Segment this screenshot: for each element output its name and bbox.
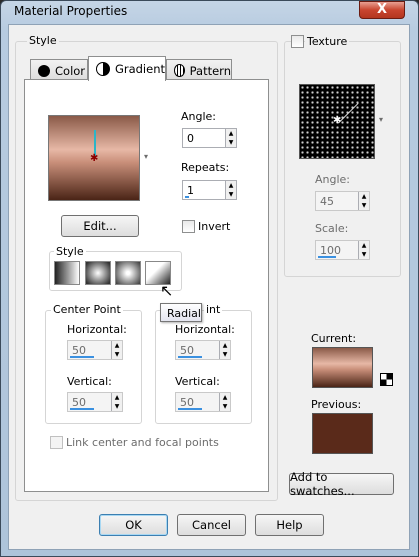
angle-spinner[interactable]: 0 ▲ ▼ (182, 128, 237, 148)
center-vertical-bar[interactable] (70, 408, 94, 410)
repeats-slider-bar[interactable] (185, 196, 189, 198)
rectangular-style-button[interactable] (85, 261, 111, 285)
spin-down-icon[interactable]: ▼ (220, 402, 230, 411)
ok-button[interactable]: OK (99, 514, 168, 536)
spin-down-icon[interactable]: ▼ (359, 201, 369, 210)
texture-angle-value[interactable]: 45 (320, 195, 334, 208)
focal-horizontal-spinner[interactable]: 50 ▲ ▼ (175, 340, 231, 360)
texture-label: Texture (305, 35, 350, 48)
linear-style-button[interactable] (54, 261, 80, 285)
invert-label: Invert (198, 220, 231, 233)
spin-down-icon[interactable]: ▼ (226, 190, 236, 199)
focal-point-label: int (204, 303, 223, 316)
current-swatch[interactable] (312, 347, 373, 388)
repeats-label: Repeats: (181, 161, 230, 174)
spin-down-icon[interactable]: ▼ (112, 402, 122, 411)
previous-label: Previous: (311, 398, 362, 411)
angle-value[interactable]: 0 (187, 132, 194, 145)
spin-up-icon[interactable]: ▲ (112, 393, 122, 402)
spin-up-icon[interactable]: ▲ (220, 393, 230, 402)
gradient-preview[interactable]: ✱ (48, 115, 140, 201)
texture-preview[interactable]: ✱ (299, 84, 375, 159)
link-points-checkbox[interactable] (50, 436, 63, 449)
window-title: Material Properties (14, 4, 128, 18)
center-marker-icon[interactable]: ✱ (90, 154, 100, 164)
spin-up-icon[interactable]: ▲ (359, 241, 369, 250)
center-vertical-label: Vertical: (67, 375, 112, 388)
spin-up-icon[interactable]: ▲ (112, 341, 122, 350)
focal-vertical-bar[interactable] (178, 408, 202, 410)
current-label: Current: (311, 332, 357, 345)
cancel-button[interactable]: Cancel (177, 514, 246, 536)
tab-gradient-label: Gradient (114, 62, 165, 76)
preview-dropdown-icon[interactable]: ▾ (144, 152, 148, 161)
texture-dropdown-icon[interactable]: ▾ (379, 115, 383, 124)
tab-pattern[interactable]: Pattern (166, 59, 232, 81)
spin-down-icon[interactable]: ▼ (220, 350, 230, 359)
mouse-cursor-icon: ↖ (160, 281, 174, 300)
color-circle-icon (38, 64, 50, 77)
texture-center-marker-icon[interactable]: ✱ (333, 116, 341, 126)
center-vertical-spinner[interactable]: 50 ▲ ▼ (67, 392, 123, 412)
gradient-circle-icon (96, 62, 110, 76)
spin-up-icon[interactable]: ▲ (226, 129, 236, 138)
texture-scale-spinner[interactable]: 100 ▲ ▼ (315, 240, 370, 260)
spin-down-icon[interactable]: ▼ (359, 250, 369, 259)
angle-label: Angle: (181, 110, 217, 123)
tooltip: Radial (160, 303, 202, 322)
pattern-globe-icon (174, 64, 185, 77)
center-point-label: Center Point (51, 303, 123, 316)
center-horizontal-spinner[interactable]: 50 ▲ ▼ (67, 340, 123, 360)
spin-up-icon[interactable]: ▲ (359, 192, 369, 201)
texture-angle-spinner[interactable]: 45 ▲ ▼ (315, 191, 370, 211)
close-button[interactable]: X (359, 1, 405, 19)
texture-scale-bar[interactable] (318, 256, 336, 258)
focal-horizontal-bar[interactable] (178, 356, 202, 358)
texture-angle-label: Angle: (315, 173, 351, 186)
tab-color-label: Color (55, 63, 86, 78)
focal-vertical-spinner[interactable]: 50 ▲ ▼ (175, 392, 231, 412)
sunburst-style-button[interactable] (115, 261, 141, 285)
spin-up-icon[interactable]: ▲ (220, 341, 230, 350)
tab-color[interactable]: Color (30, 59, 88, 81)
center-horizontal-label: Horizontal: (67, 323, 127, 336)
link-points-label: Link center and focal points (66, 436, 219, 449)
texture-scale-label: Scale: (315, 222, 349, 235)
help-button[interactable]: Help (255, 514, 324, 536)
tab-pattern-label: Pattern (189, 63, 231, 78)
repeats-spinner[interactable]: 1 ▲ ▼ (182, 180, 237, 200)
edit-button[interactable]: Edit... (61, 215, 139, 237)
focal-vertical-label: Vertical: (175, 375, 220, 388)
texture-checkbox[interactable] (291, 35, 304, 48)
spin-down-icon[interactable]: ▼ (112, 350, 122, 359)
spin-down-icon[interactable]: ▼ (226, 138, 236, 147)
tooltip-text: Radial (167, 307, 201, 320)
center-horizontal-bar[interactable] (70, 356, 94, 358)
spin-up-icon[interactable]: ▲ (226, 181, 236, 190)
style-group-label: Style (27, 34, 59, 47)
tab-gradient[interactable]: Gradient (88, 56, 166, 81)
add-to-swatches-button[interactable]: Add to swatches... (289, 470, 394, 498)
focal-horizontal-label: Horizontal: (175, 323, 235, 336)
swatch-toggle-icon[interactable] (380, 373, 393, 386)
previous-swatch[interactable] (312, 413, 373, 454)
invert-checkbox[interactable] (182, 220, 195, 233)
gradient-style-label: Style (54, 245, 86, 258)
